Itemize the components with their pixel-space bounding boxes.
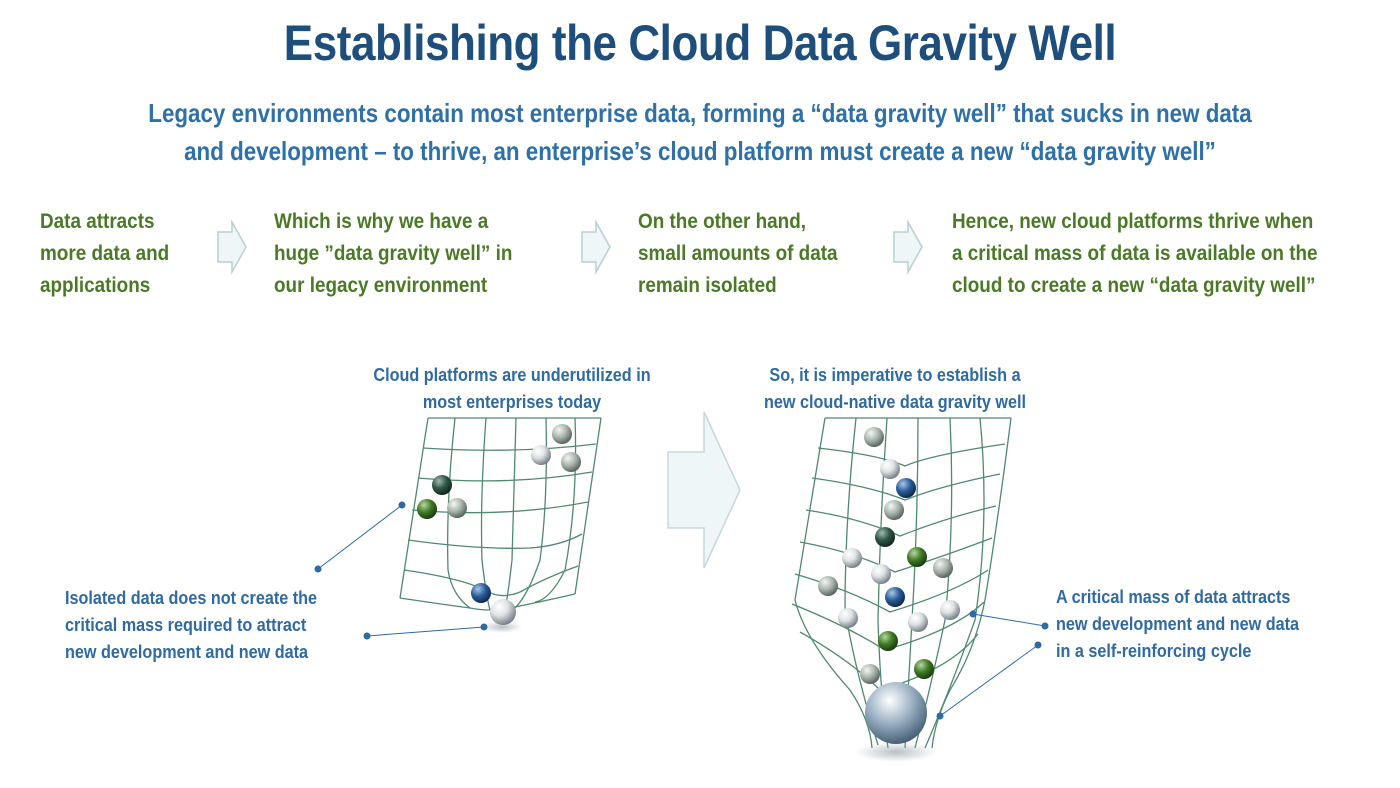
data-ball [914,659,934,679]
left-bottom-caption-line-2: critical mass required to attract [65,615,307,635]
data-ball [896,478,916,498]
step-arrow-1 [217,219,247,275]
left-bottom-caption-line-3: new development and new data [65,642,309,662]
data-ball [940,600,960,620]
step-arrow-2 [581,219,611,275]
data-ball [907,547,927,567]
right-top-caption-line-2: new cloud-native data gravity well [764,392,1026,412]
ball-shadow [856,742,936,762]
data-ball [908,612,928,632]
data-ball [933,558,953,578]
left-bottom-caption-line-1: Isolated data does not create the [65,588,318,608]
right-top-caption-line-1: So, it is imperative to establish a [769,365,1021,385]
right-side-caption: A critical mass of data attracts new dev… [1056,584,1299,665]
gravity-well-diagram [217,219,1049,762]
left-bottom-caption: Isolated data does not create the critic… [65,585,317,666]
data-ball [471,583,491,603]
data-ball [838,608,858,628]
left-top-caption-line-2: most enterprises today [422,392,602,412]
left-top-caption-line-1: Cloud platforms are underutilized in [373,365,651,385]
data-ball [864,427,884,447]
data-ball [432,475,452,495]
right-top-caption: So, it is imperative to establish a new … [751,362,1039,416]
data-ball [490,599,516,625]
left-well-data-balls [417,424,581,633]
data-ball [818,576,838,596]
data-ball [885,587,905,607]
data-ball [842,548,862,568]
data-ball [531,445,551,465]
data-ball [860,664,880,684]
callout-lines [314,501,1049,720]
data-ball [871,564,891,584]
critical-mass-ball [865,682,927,744]
data-ball [561,452,581,472]
data-ball [875,527,895,547]
right-side-caption-line-1: A critical mass of data attracts [1056,587,1291,607]
data-ball [878,631,898,651]
step-arrow-3 [893,219,923,275]
right-side-caption-line-2: new development and new data [1056,614,1300,634]
data-ball [447,498,467,518]
left-top-caption: Cloud platforms are underutilized in mos… [368,362,656,416]
data-ball [884,500,904,520]
right-side-caption-line-3: in a self-reinforcing cycle [1056,641,1252,661]
data-ball [880,459,900,479]
data-ball [552,424,572,444]
transition-arrow [667,411,741,569]
data-ball [417,499,437,519]
